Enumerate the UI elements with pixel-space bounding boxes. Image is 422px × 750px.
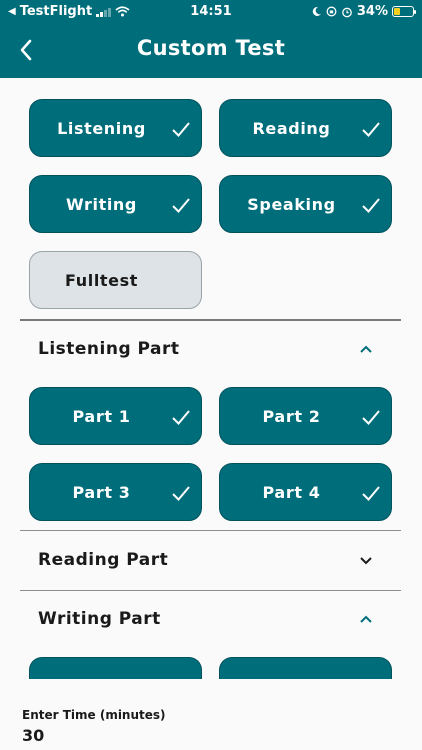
part-tile-writing-1[interactable] <box>29 657 202 679</box>
battery-icon <box>392 6 416 17</box>
skill-tile-label: Writing <box>66 194 137 214</box>
skill-tile-writing[interactable]: Writing <box>29 175 202 233</box>
check-icon <box>172 122 190 137</box>
moon-icon <box>312 6 321 16</box>
skill-tile-label: Fulltest <box>65 270 138 290</box>
section-header-listening[interactable]: Listening Part <box>20 326 401 374</box>
skill-tile-reading[interactable]: Reading <box>219 99 392 157</box>
part-tile-label: Part 3 <box>72 482 131 502</box>
divider <box>20 590 401 591</box>
section-title: Listening Part <box>38 339 180 359</box>
check-icon <box>172 486 190 501</box>
rotation-lock-icon <box>326 6 337 17</box>
part-tile-label: Part 4 <box>262 482 321 502</box>
battery-percent: 34% <box>356 4 388 19</box>
divider <box>20 319 401 321</box>
skill-tile-fulltest[interactable]: Fulltest <box>29 251 202 309</box>
check-icon <box>362 410 380 425</box>
skill-tile-listening[interactable]: Listening <box>29 99 202 157</box>
part-tile-listening-2[interactable]: Part 2 <box>219 387 392 445</box>
section-title: Reading Part <box>38 550 169 570</box>
part-tile-listening-4[interactable]: Part 4 <box>219 463 392 521</box>
section-title: Writing Part <box>38 609 161 629</box>
check-icon <box>172 410 190 425</box>
status-bar: ◀ TestFlight 14:51 34% <box>0 0 422 24</box>
time-input[interactable] <box>22 726 222 745</box>
time-label: Enter Time (minutes) <box>22 708 166 722</box>
part-tile-label: Part 1 <box>72 406 131 426</box>
section-header-reading[interactable]: Reading Part <box>20 537 401 585</box>
chevron-down-icon <box>360 557 372 565</box>
page-title: Custom Test <box>136 36 286 60</box>
check-icon <box>172 198 190 213</box>
chevron-up-icon <box>360 345 372 353</box>
status-right: 34% <box>311 4 416 19</box>
part-tile-listening-3[interactable]: Part 3 <box>29 463 202 521</box>
check-icon <box>362 486 380 501</box>
time-input-area: Enter Time (minutes) <box>0 680 422 750</box>
part-tile-listening-1[interactable]: Part 1 <box>29 387 202 445</box>
part-tile-label: Part 2 <box>262 406 321 426</box>
chevron-up-icon <box>360 615 372 623</box>
check-icon <box>362 198 380 213</box>
skill-tile-label: Listening <box>57 118 146 138</box>
skill-tile-label: Reading <box>252 118 331 138</box>
divider <box>20 530 401 531</box>
alarm-icon <box>342 7 352 17</box>
section-header-writing[interactable]: Writing Part <box>20 596 401 644</box>
part-tile-writing-2[interactable] <box>219 657 392 679</box>
check-icon <box>362 122 380 137</box>
skill-tile-label: Speaking <box>247 194 336 214</box>
app-header: Custom Test <box>0 24 422 78</box>
skill-tile-speaking[interactable]: Speaking <box>219 175 392 233</box>
